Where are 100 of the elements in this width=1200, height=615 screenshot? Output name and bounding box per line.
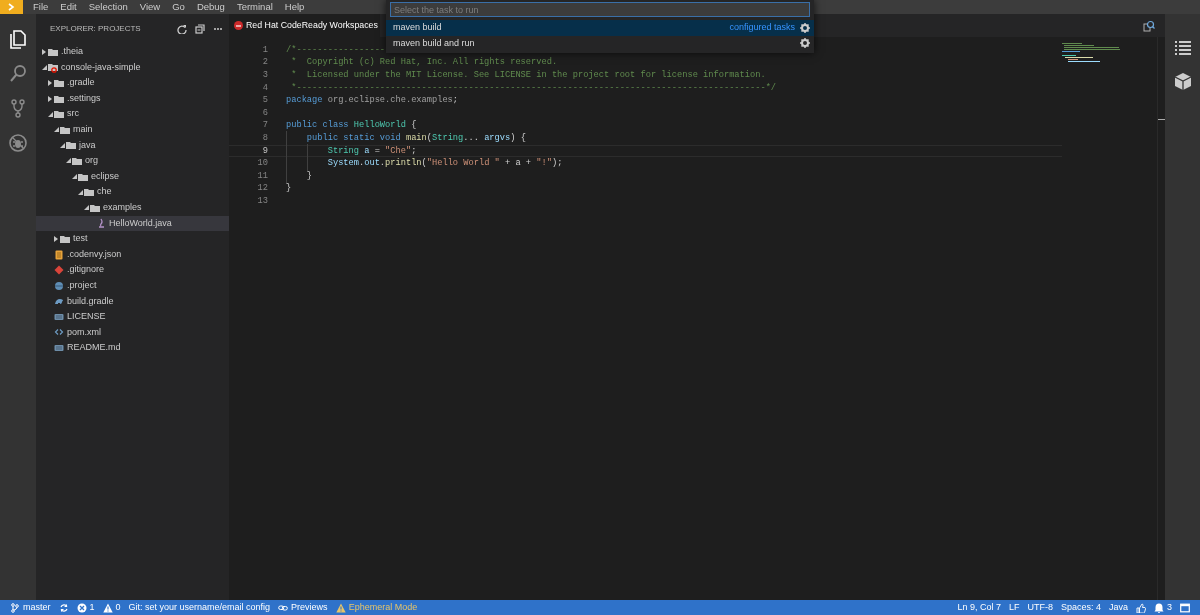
collapse-icon[interactable] [195,24,205,34]
tree-item[interactable]: src [36,106,229,122]
refresh-icon[interactable] [177,24,187,34]
line-number: 2 [261,56,268,70]
gradle-file-icon [54,296,64,307]
status-item[interactable]: 0 [98,600,125,615]
tree-item[interactable]: test [36,231,229,247]
caret-icon[interactable] [47,111,53,117]
status-item[interactable]: UTF-8 [1023,600,1057,615]
code-line: * Licensed under the MIT License. See LICENSE in the project root for license information. [290,68,766,82]
tree-item[interactable]: .gradle [36,75,229,91]
code-line: /*----------------- [286,43,386,57]
branch-icon [10,602,20,613]
gear-icon[interactable] [800,38,810,49]
menu-item[interactable]: File [27,0,55,14]
tree-item[interactable]: build.gradle [36,293,229,310]
caret-icon[interactable] [59,142,65,148]
tree-item[interactable]: main [36,121,229,138]
line-number: 3 [261,68,268,82]
status-item[interactable]: Previews [274,600,332,615]
menu-item[interactable]: Go [166,0,191,14]
tree-item[interactable]: .codenvy.json [36,246,229,263]
menu-item[interactable]: Debug [190,0,231,14]
code-line: } [286,169,313,183]
tree-item[interactable]: java [36,137,229,154]
tree-item[interactable]: eclipse [36,168,229,185]
menu-item[interactable]: Edit [54,0,83,14]
line-number: 7 [261,119,268,133]
line-number: 4 [261,81,268,95]
menu-item[interactable]: Terminal [230,0,279,14]
code-line: package org.eclipse.che.examples; [286,94,459,108]
tree-item[interactable]: che [36,184,229,200]
status-item[interactable]: 3 [1150,600,1176,615]
folder-icon [48,46,58,57]
git-file-icon [54,265,64,276]
code-line: * Copyright (c) Red Hat, Inc. All rights reserved. [290,56,558,70]
status-item[interactable]: Git: set your username/email config [124,600,275,615]
gear-icon[interactable] [800,22,810,33]
status-item[interactable]: master [6,600,55,615]
window-icon [1180,602,1190,613]
link-icon [278,602,289,613]
caret-icon[interactable] [48,80,52,86]
task-item[interactable]: maven build configured tasks [386,20,814,36]
caret-icon[interactable] [77,189,83,195]
folder-icon [54,78,64,88]
files-icon[interactable] [8,28,28,49]
line-number: 13 [256,194,268,208]
tree-item[interactable]: examples [36,199,229,216]
tree-item[interactable]: LICENSE [36,309,229,325]
outline-icon[interactable] [1173,40,1192,58]
folder-icon [60,233,70,244]
bell-icon [1154,602,1164,613]
json-file-icon [54,249,64,260]
code-line: public class HelloWorld { [286,119,417,133]
line-number: 10 [256,157,268,171]
tree-item[interactable]: console-java-simple [36,59,229,76]
tree-item[interactable]: .gitignore [36,262,229,278]
line-number: 12 [256,182,268,196]
caret-icon[interactable] [83,205,89,211]
logo-icon [0,0,23,14]
tree-item[interactable]: org [36,153,229,169]
menu-item[interactable]: Selection [82,0,134,14]
caret-icon[interactable] [48,95,52,102]
status-item[interactable]: Ln 9, Col 7 [953,600,1005,615]
status-item[interactable]: LF [1004,600,1024,615]
line-number: 1 [261,43,268,57]
menu-item[interactable]: Help [278,0,311,14]
status-item[interactable]: 1 [72,600,99,615]
folder-icon [54,93,64,104]
java-file-icon [96,218,106,229]
code-line: public static void main(String... argvs) { [286,131,526,145]
caret-icon[interactable] [41,64,47,70]
cursor-marker [1158,119,1165,120]
tree-item[interactable]: .settings [36,90,229,107]
caret-icon[interactable] [54,235,58,242]
status-item[interactable]: Spaces: 4 [1056,600,1105,615]
source-control-icon[interactable] [8,98,28,119]
menu-item[interactable]: View [133,0,167,14]
status-item[interactable]: Java [1104,600,1132,615]
debug-icon[interactable] [8,133,28,154]
tree-item[interactable]: .project [36,277,229,294]
line-number: 11 [256,169,268,183]
caret-icon[interactable] [65,158,71,164]
cube-icon[interactable] [1173,72,1192,90]
caret-icon[interactable] [42,48,46,55]
search-icon[interactable] [8,63,28,84]
tree-item[interactable]: README.md [36,340,229,356]
editor-tab[interactable]: Red Hat CodeReady Workspaces [229,14,380,37]
caret-icon[interactable] [71,174,77,180]
tree-item[interactable]: .theia [36,44,229,60]
thumbs-up-icon [1136,602,1146,613]
sync-icon [58,602,69,613]
tree-item[interactable]: HelloWorld.java [36,215,229,232]
caret-icon[interactable] [53,127,59,133]
preview-icon[interactable] [1143,19,1155,32]
tree-item[interactable]: pom.xml [36,324,229,341]
text-file-icon [54,343,64,354]
task-item[interactable]: maven build and run [386,35,814,51]
code-line: String a = "Che"; [286,144,417,158]
text-file-icon [54,311,64,322]
